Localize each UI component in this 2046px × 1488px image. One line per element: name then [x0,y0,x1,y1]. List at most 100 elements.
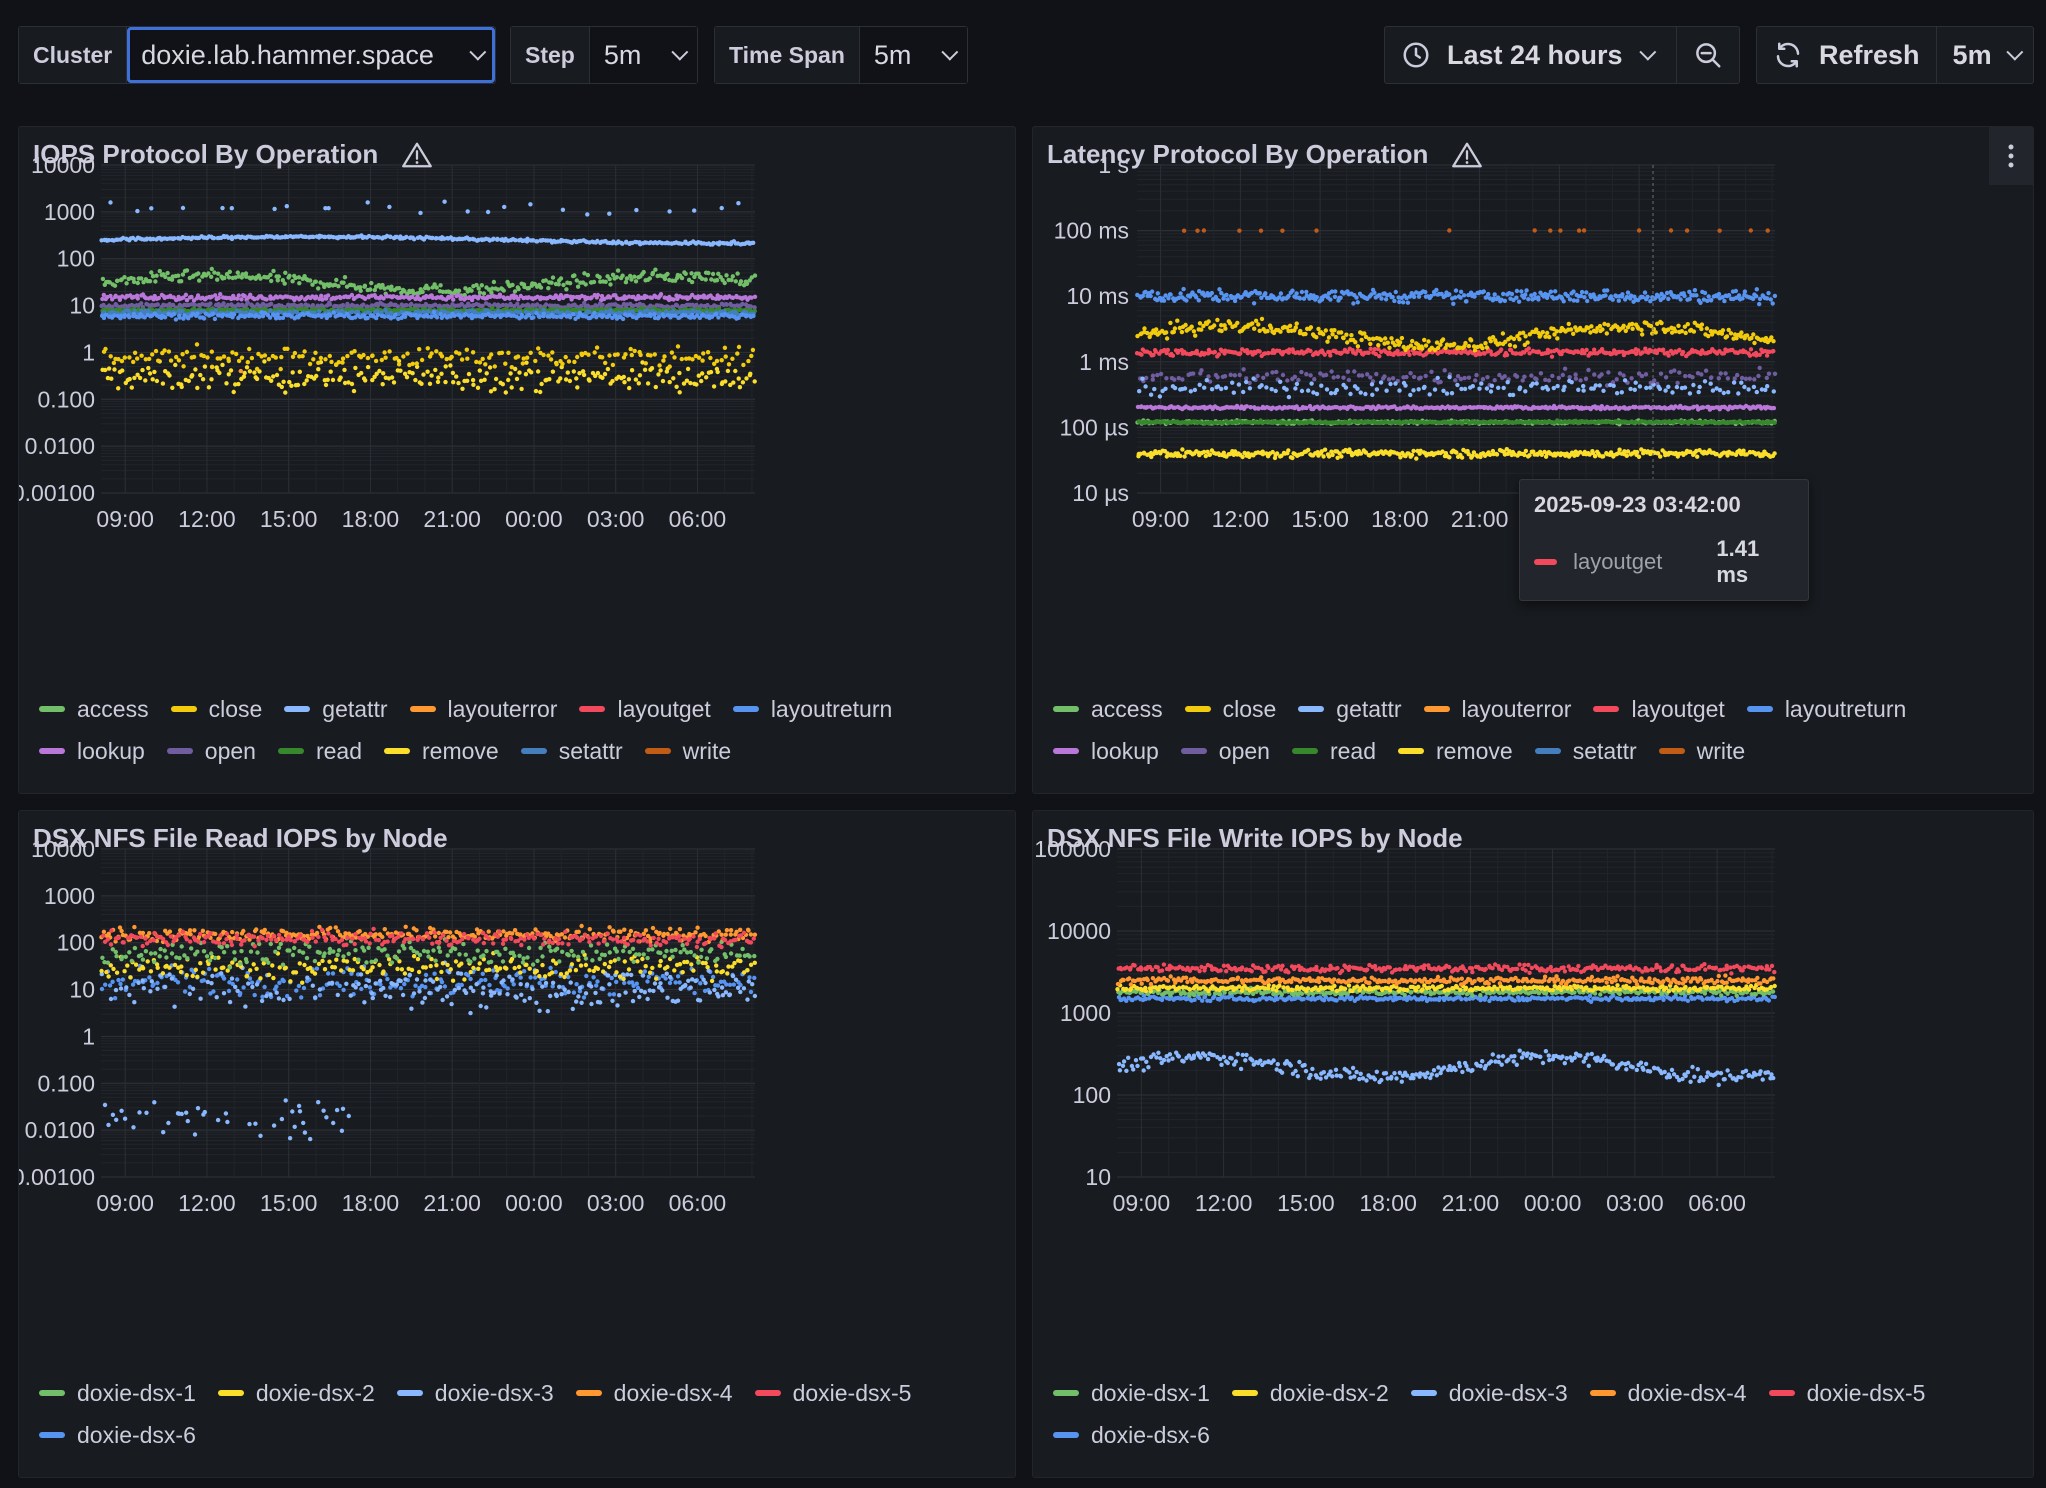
data-point [135,296,140,301]
x-tick-label: 12:00 [1212,506,1270,532]
data-point [1523,389,1528,394]
data-point [420,289,425,295]
latency-panel[interactable]: 1 s 100 ms 10 ms 1 ms 100 µs 10 µs 09:00 12:00 1… [1032,126,2034,794]
legend-item[interactable]: remove [384,737,499,765]
data-point [685,366,691,372]
data-point [708,369,714,375]
data-point [524,360,529,365]
data-point [1164,336,1170,341]
legend-item[interactable]: write [644,737,731,765]
data-point [1752,377,1757,382]
data-point [1241,389,1246,395]
data-point [1463,405,1469,410]
x-tick-label: 15:00 [1291,506,1349,532]
data-point [1298,328,1303,334]
zoom-out-button[interactable] [1677,27,1739,83]
iops-panel[interactable]: 10000 1000 100 10 1 0.100 0.0100 0.00100 09:00 12… [18,126,1016,794]
data-point [1599,372,1604,377]
data-point [212,316,218,322]
timespan-select[interactable]: 5m [859,27,967,83]
data-point [221,354,227,359]
legend-item[interactable]: access [39,695,149,723]
data-point [1617,447,1622,452]
data-point [1614,377,1619,382]
data-point [620,273,625,278]
data-point [523,372,529,377]
data-point [1294,321,1299,326]
data-point [1756,373,1761,379]
data-point [556,282,561,287]
data-point [714,278,720,283]
data-point [1447,455,1452,460]
data-point [751,240,756,245]
data-point [1739,380,1744,385]
data-point [1148,392,1154,397]
data-point [1329,369,1334,374]
data-point [345,353,350,359]
data-point [1314,335,1319,340]
data-point [1308,348,1313,354]
refresh-interval-picker[interactable]: 5m [1937,27,2034,83]
data-point [667,379,672,385]
data-point [715,369,720,375]
data-point [269,378,274,383]
data-point [515,354,521,359]
data-point [1611,383,1616,388]
data-point [1555,383,1560,389]
data-point [1398,455,1403,460]
data-point [1670,390,1675,395]
legend-item[interactable]: layoutreturn [732,695,892,723]
data-point [1365,372,1370,377]
data-point [1322,447,1328,452]
warning-icon[interactable] [402,141,433,169]
legend-item[interactable]: getattr [284,695,388,723]
data-point [1695,454,1700,459]
data-point [429,373,434,378]
time-range-picker[interactable]: Last 24 hours [1385,27,1677,83]
legend-item[interactable]: lookup [39,737,145,765]
data-point [1359,373,1365,378]
data-point [1259,383,1264,388]
data-point [1408,392,1413,398]
data-point [1384,388,1389,393]
legend-item[interactable]: setattr [520,737,623,765]
data-point [726,362,732,367]
data-point [608,282,613,287]
data-point [162,348,167,353]
data-point [1621,373,1626,378]
data-point [1259,316,1265,322]
data-point [649,366,655,371]
data-point [689,279,695,285]
cluster-select[interactable]: doxie.lab.hammer.space [127,27,495,83]
data-point [661,358,666,363]
data-point [108,354,113,359]
data-point [353,365,358,371]
legend-item[interactable]: close [170,695,262,723]
data-point [543,302,549,307]
data-point [1231,390,1236,395]
legend-item[interactable]: layoutget [579,695,711,723]
data-point [1501,385,1506,391]
data-point [550,275,556,280]
legend-item[interactable]: open [166,737,256,765]
step-select[interactable]: 5m [589,27,697,83]
legend-item[interactable]: read [277,737,362,765]
refresh-button[interactable]: Refresh [1757,27,1937,83]
data-point [226,372,231,377]
data-point [1459,455,1465,460]
data-point [667,364,672,369]
data-point [623,280,629,285]
data-point [1545,387,1551,392]
data-point [1382,374,1387,379]
data-point [1697,384,1702,390]
data-point [410,361,415,366]
data-point [694,382,699,387]
data-point [1207,452,1213,457]
iops-panel-title: IOPS Protocol By Operation [33,139,379,169]
data-point [116,386,121,391]
legend-item[interactable]: layouterror [409,695,557,723]
data-point [1230,380,1235,385]
data-point [449,354,454,360]
data-point [221,301,226,306]
data-point [314,373,319,379]
